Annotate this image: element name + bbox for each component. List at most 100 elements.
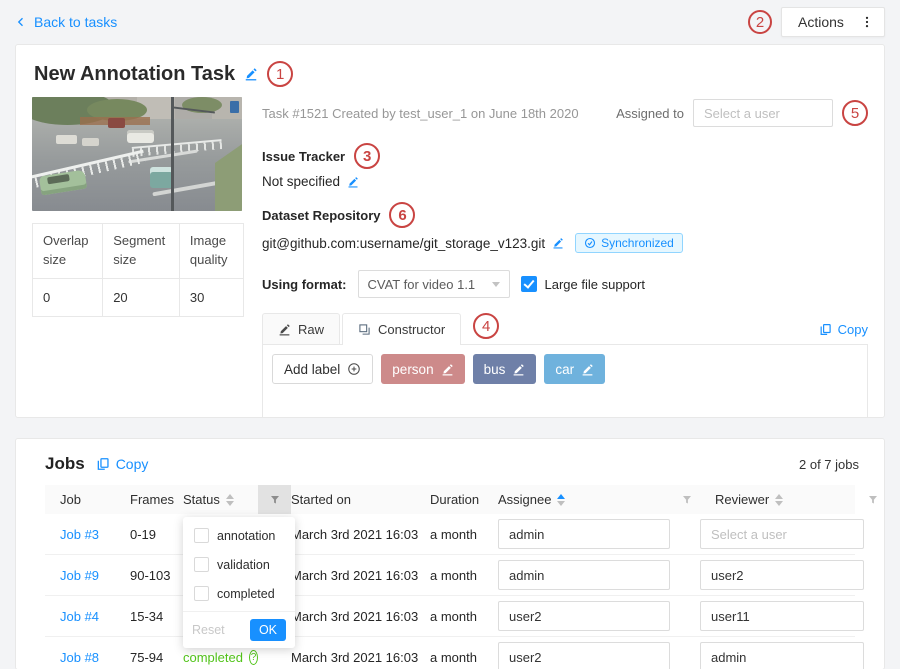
- job-started: March 3rd 2021 16:03: [291, 650, 430, 665]
- job-assignee-input[interactable]: [498, 519, 670, 549]
- callout-6: 6: [389, 202, 415, 228]
- synchronized-badge[interactable]: Synchronized: [575, 233, 683, 253]
- page: Back to tasks 2 Actions New Annotation T…: [0, 0, 900, 669]
- task-preview-image: [32, 97, 242, 211]
- format-selected-value: CVAT for video 1.1: [368, 277, 476, 292]
- edit-icon[interactable]: [581, 363, 594, 376]
- check-circle-icon: [584, 237, 596, 249]
- format-row: Using format: CVAT for video 1.1 Large f…: [262, 270, 868, 298]
- tab-constructor[interactable]: Constructor: [342, 313, 461, 345]
- job-reviewer-input[interactable]: [700, 601, 864, 631]
- task-body: Overlap size Segment size Image quality …: [32, 97, 868, 418]
- table-row: Job #4 15-34 March 3rd 2021 16:03 a mont…: [45, 596, 855, 637]
- chevron-left-icon: [15, 16, 27, 28]
- edit-icon[interactable]: [512, 363, 525, 376]
- caret-down-icon: [557, 501, 565, 506]
- status-filter-dropdown: annotation validation completed Reset OK: [183, 517, 295, 648]
- task-params-table: Overlap size Segment size Image quality …: [32, 223, 244, 317]
- jobs-count: 2 of 7 jobs: [799, 457, 869, 472]
- label-tag-person-name: person: [392, 362, 433, 377]
- tab-raw[interactable]: Raw: [262, 313, 340, 344]
- actions-button[interactable]: Actions: [781, 7, 885, 37]
- status-sorter[interactable]: [226, 494, 234, 506]
- task-title-row: New Annotation Task 1: [34, 61, 868, 87]
- filter-option-completed[interactable]: completed: [183, 579, 295, 608]
- dataset-repo-value: git@github.com:username/git_storage_v123…: [262, 236, 545, 251]
- assigned-to-input[interactable]: [693, 99, 833, 127]
- job-link[interactable]: Job #8: [60, 650, 99, 665]
- job-reviewer-input[interactable]: [700, 519, 864, 549]
- preview-pole: [171, 97, 174, 211]
- param-header-quality: Image quality: [179, 224, 243, 279]
- col-status[interactable]: Status: [183, 492, 258, 507]
- preview-sign: [230, 101, 239, 113]
- label-tag-car[interactable]: car: [544, 354, 605, 384]
- callout-2: 2: [748, 10, 772, 34]
- jobs-table-header: Job Frames Status Started on Duration As…: [45, 485, 855, 514]
- filter-option-validation[interactable]: validation: [183, 550, 295, 579]
- callout-1: 1: [267, 61, 293, 87]
- job-duration: a month: [430, 650, 498, 665]
- filter-ok-button[interactable]: OK: [250, 619, 286, 641]
- filter-icon: [681, 494, 693, 506]
- filter-checkbox[interactable]: [194, 528, 209, 543]
- preview-car: [82, 138, 99, 146]
- callout-3: 3: [354, 143, 380, 169]
- job-frames: 75-94: [130, 650, 183, 665]
- reviewer-sorter[interactable]: [775, 494, 783, 506]
- edit-dataset-repo-icon[interactable]: [552, 237, 564, 249]
- back-to-tasks-link[interactable]: Back to tasks: [15, 14, 117, 30]
- filter-option-annotation[interactable]: annotation: [183, 521, 295, 550]
- job-link[interactable]: Job #4: [60, 609, 99, 624]
- task-right-column: Task #1521 Created by test_user_1 on Jun…: [262, 97, 868, 418]
- format-label: Using format:: [262, 277, 347, 292]
- copy-jobs-link[interactable]: Copy: [96, 456, 149, 472]
- question-circle-icon[interactable]: ?: [249, 650, 258, 665]
- job-started: March 3rd 2021 16:03: [291, 568, 430, 583]
- filter-checkbox[interactable]: [194, 586, 209, 601]
- col-assignee[interactable]: Assignee: [498, 492, 673, 507]
- job-reviewer-input[interactable]: [700, 642, 864, 669]
- status-filter-button[interactable]: [258, 485, 291, 514]
- jobs-table: Job Frames Status Started on Duration As…: [45, 485, 855, 669]
- caret-down-icon: [226, 501, 234, 506]
- job-duration: a month: [430, 568, 498, 583]
- labels-tabs: Raw Constructor 4 Copy: [262, 313, 868, 344]
- job-assignee-input[interactable]: [498, 560, 670, 590]
- assignee-sorter[interactable]: [557, 494, 565, 506]
- large-file-support-checkbox[interactable]: [521, 276, 537, 292]
- param-header-segment: Segment size: [103, 224, 180, 279]
- add-label-button[interactable]: Add label: [272, 354, 373, 384]
- label-tag-car-name: car: [555, 362, 574, 377]
- col-reviewer[interactable]: Reviewer: [700, 492, 867, 507]
- filter-reset-button[interactable]: Reset: [192, 623, 225, 637]
- reviewer-filter-button[interactable]: [867, 485, 879, 514]
- issue-tracker-value: Not specified: [262, 174, 340, 189]
- job-assignee-input[interactable]: [498, 642, 670, 669]
- copy-labels-link[interactable]: Copy: [819, 322, 868, 337]
- preview-van-teal: [150, 167, 173, 188]
- more-vertical-icon: [860, 15, 874, 29]
- edit-icon[interactable]: [441, 363, 454, 376]
- block-icon: [358, 323, 371, 336]
- dataset-repo-value-row: git@github.com:username/git_storage_v123…: [262, 233, 868, 253]
- copy-icon: [819, 323, 832, 336]
- assignee-filter-button[interactable]: [673, 485, 700, 514]
- filter-checkbox[interactable]: [194, 557, 209, 572]
- label-tag-bus[interactable]: bus: [473, 354, 537, 384]
- job-link[interactable]: Job #3: [60, 527, 99, 542]
- job-reviewer-input[interactable]: [700, 560, 864, 590]
- col-duration: Duration: [430, 492, 498, 507]
- table-row: Job #9 90-103 March 3rd 2021 16:03 a mon…: [45, 555, 855, 596]
- table-row: Job #3 0-19 March 3rd 2021 16:03 a month: [45, 514, 855, 555]
- job-link[interactable]: Job #9: [60, 568, 99, 583]
- edit-issue-tracker-icon[interactable]: [347, 176, 359, 188]
- labels-editor: Raw Constructor 4 Copy: [262, 313, 868, 418]
- callout-4: 4: [473, 313, 499, 339]
- edit-task-name-icon[interactable]: [244, 67, 258, 81]
- label-tag-person[interactable]: person: [381, 354, 464, 384]
- format-select[interactable]: CVAT for video 1.1: [358, 270, 510, 298]
- job-status-text: completed: [183, 650, 243, 665]
- topbar-right: 2 Actions: [748, 7, 885, 37]
- job-assignee-input[interactable]: [498, 601, 670, 631]
